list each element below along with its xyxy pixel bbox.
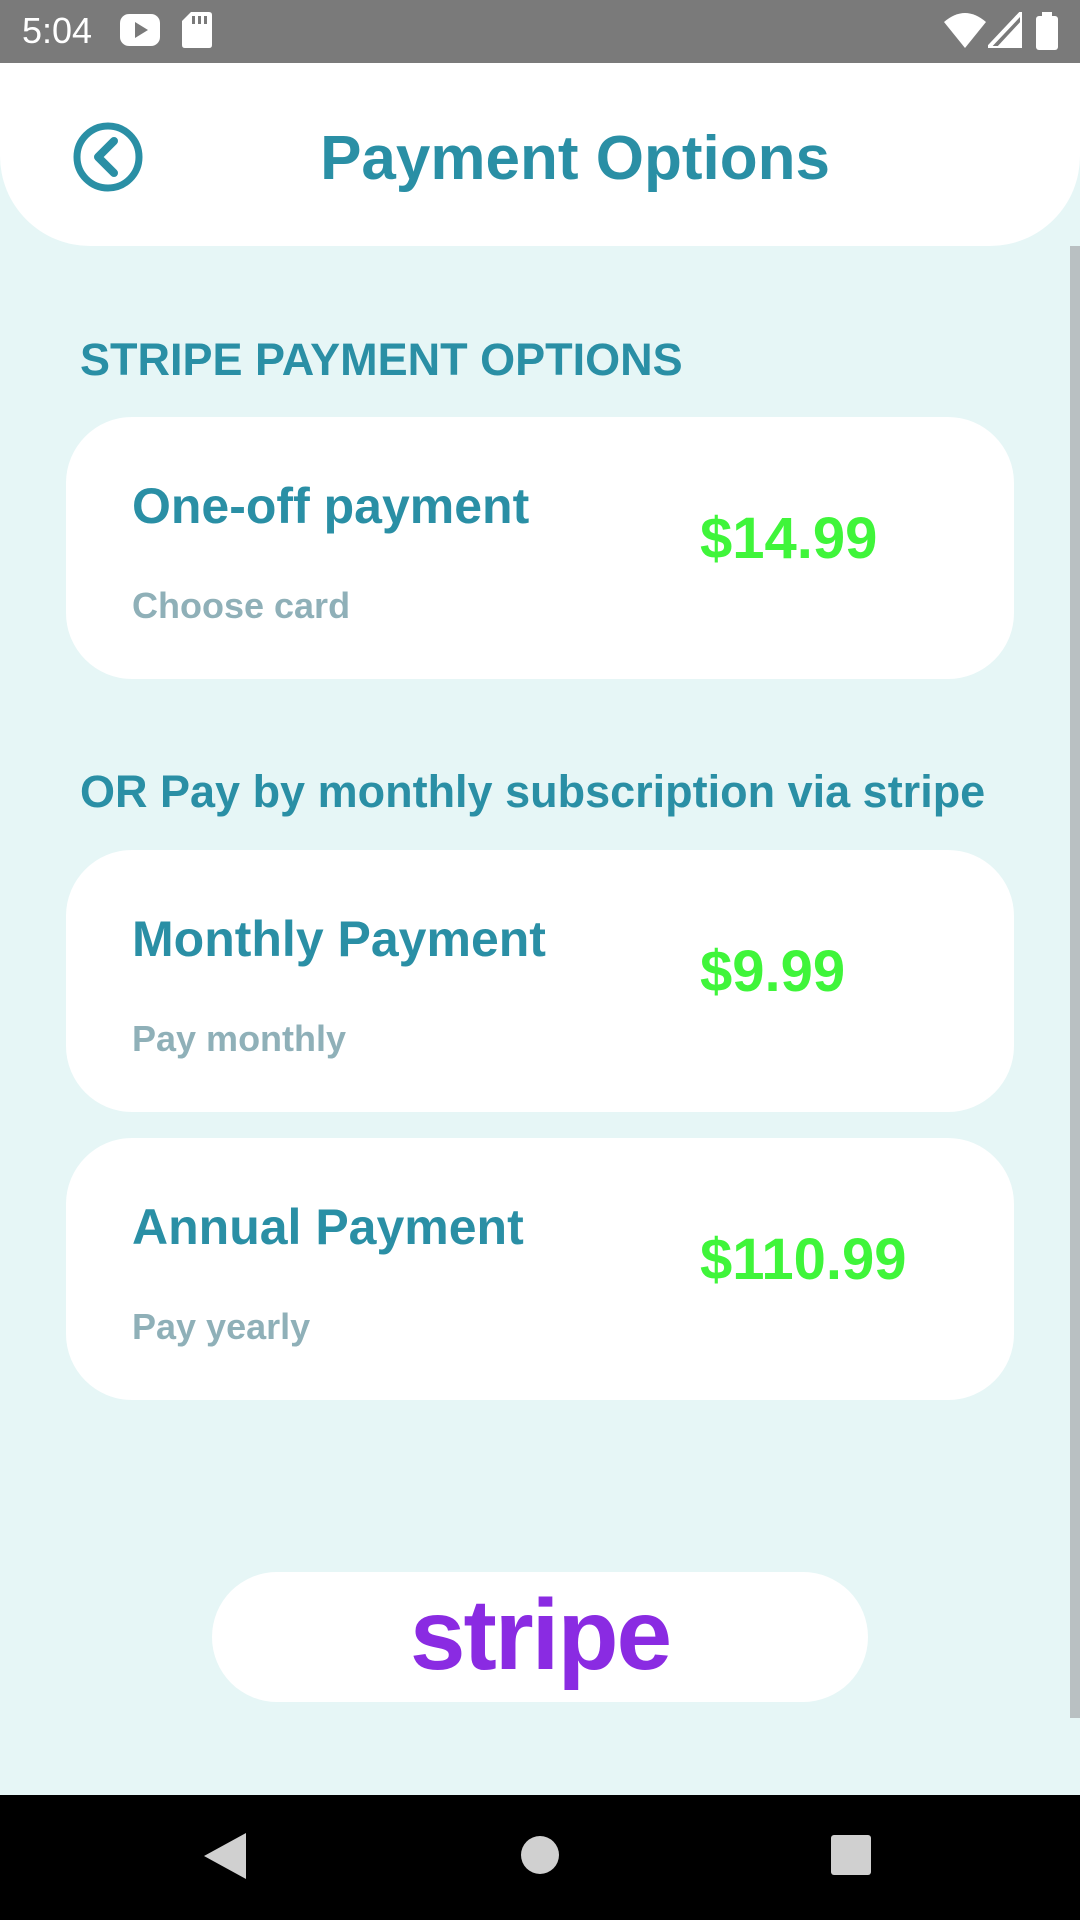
stripe-section-heading: STRIPE PAYMENT OPTIONS [80,334,683,385]
card-subtitle: Pay yearly [132,1306,311,1347]
scrollbar[interactable] [1070,246,1080,1718]
card-title: Annual Payment [132,1199,524,1255]
card-price: $14.99 [700,506,878,571]
card-subtitle: Pay monthly [132,1018,347,1059]
monthly-payment-card[interactable]: Monthly Payment Pay monthly $9.99 [66,850,1014,1112]
header: Payment Options [0,63,1080,246]
card-subtitle: Choose card [132,585,351,626]
status-time: 5:04 [22,10,93,51]
one-off-payment-card[interactable]: One-off payment Choose card $14.99 [66,417,1014,679]
back-triangle-icon[interactable] [204,1833,246,1879]
card-title: Monthly Payment [132,911,546,967]
card-price: $110.99 [700,1227,907,1292]
battery-icon [1036,12,1058,50]
stripe-button[interactable]: stripe [212,1572,868,1702]
recents-square-icon[interactable] [831,1835,871,1875]
home-circle-icon[interactable] [520,1835,560,1875]
stripe-logo: stripe [409,1579,672,1691]
status-bar: 5:04 [0,0,1080,63]
annual-payment-card[interactable]: Annual Payment Pay yearly $110.99 [66,1138,1014,1400]
card-title: One-off payment [132,478,530,534]
youtube-icon [120,14,160,46]
navigation-bar [0,1795,1080,1920]
wifi-icon [944,13,986,48]
card-price: $9.99 [700,939,846,1004]
signal-icon [988,12,1022,48]
page-title: Payment Options [320,124,830,193]
subscription-section-heading: OR Pay by monthly subscription via strip… [80,766,986,817]
sd-card-icon [182,12,212,48]
